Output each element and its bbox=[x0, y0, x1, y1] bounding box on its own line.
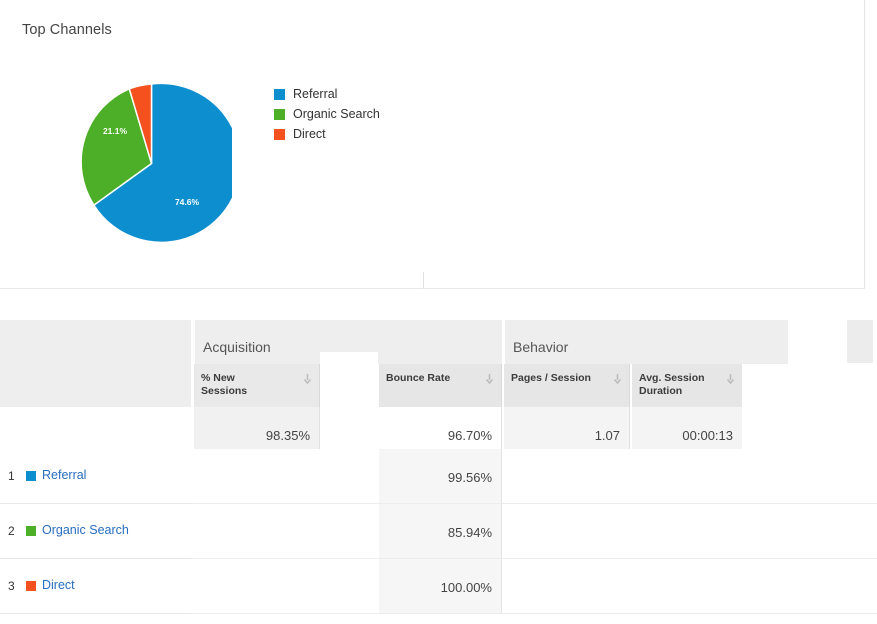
group-header-acquisition-label: Acquisition bbox=[203, 339, 271, 355]
legend-label-referral: Referral bbox=[293, 87, 338, 101]
row-new-sessions-cell bbox=[191, 504, 553, 559]
row-channel-link[interactable]: Organic Search bbox=[42, 523, 129, 537]
row-color-swatch bbox=[26, 581, 36, 591]
row-rank: 1 bbox=[8, 469, 15, 483]
sort-descending-arrow-icon[interactable] bbox=[726, 374, 735, 384]
channels-data-table: Acquisition Behavior % New Sessions Boun… bbox=[0, 320, 877, 614]
row-bounce-rate-value: 99.56% bbox=[447, 470, 492, 485]
top-channels-widget: Top Channels 74.6% 21.1% Referral Organi… bbox=[0, 0, 865, 289]
column-header-pages-session[interactable]: Pages / Session bbox=[504, 364, 630, 407]
legend-item-organic-search[interactable]: Organic Search bbox=[274, 104, 380, 124]
legend-item-referral[interactable]: Referral bbox=[274, 84, 380, 104]
legend-swatch-organic-search bbox=[274, 108, 285, 120]
row-bounce-rate-cell: 100.00% bbox=[379, 559, 502, 614]
row-bounce-rate-value: 100.00% bbox=[440, 580, 492, 595]
column-header-bounce-rate-label: Bounce Rate bbox=[386, 372, 451, 384]
totals-pages-session-value: 1.07 bbox=[594, 428, 620, 443]
table-totals-row: 98.35% 96.70% 1.07 00:00:13 bbox=[0, 407, 877, 449]
row-bounce-rate-cell: 99.56% bbox=[379, 449, 502, 504]
row-bounce-rate-cell: 85.94% bbox=[379, 504, 502, 559]
row-color-swatch bbox=[26, 471, 36, 481]
group-header-behavior-label: Behavior bbox=[513, 339, 569, 355]
sort-descending-arrow-icon[interactable] bbox=[485, 374, 494, 384]
column-header-dimension bbox=[0, 364, 191, 407]
totals-avg-session-duration-value: 00:00:13 bbox=[682, 428, 733, 443]
card-divider-tick bbox=[423, 272, 424, 289]
legend-label-organic-search: Organic Search bbox=[293, 107, 380, 121]
row-color-swatch bbox=[26, 526, 36, 536]
table-column-header-row: % New Sessions Bounce Rate Pages / Sessi… bbox=[0, 364, 877, 407]
column-header-bounce-rate[interactable]: Bounce Rate bbox=[379, 364, 502, 407]
widget-title: Top Channels bbox=[22, 22, 112, 38]
legend-item-direct[interactable]: Direct bbox=[274, 124, 380, 144]
top-channels-pie-chart[interactable]: 74.6% 21.1% bbox=[71, 83, 232, 244]
row-behavior-bar-cell bbox=[502, 449, 877, 504]
totals-bounce-rate-cell: 96.70% bbox=[379, 407, 502, 449]
column-header-pages-session-label: Pages / Session bbox=[511, 372, 591, 384]
totals-new-sessions-cell: 98.35% bbox=[194, 407, 320, 449]
row-rank: 3 bbox=[8, 579, 15, 593]
row-channel-link[interactable]: Direct bbox=[42, 578, 75, 592]
table-row[interactable]: 1 Referral 99.56% bbox=[0, 449, 877, 504]
column-hover-overlay bbox=[320, 352, 378, 432]
column-header-new-sessions-label: % New Sessions bbox=[201, 372, 248, 397]
pie-legend: Referral Organic Search Direct bbox=[274, 84, 380, 144]
group-header-behavior: Behavior bbox=[504, 320, 788, 364]
column-header-avg-session-duration[interactable]: Avg. Session Duration bbox=[632, 364, 742, 407]
row-new-sessions-cell bbox=[191, 449, 553, 504]
sort-descending-arrow-icon[interactable] bbox=[613, 374, 622, 384]
totals-new-sessions-value: 98.35% bbox=[265, 428, 310, 443]
table-row[interactable]: 3 Direct 100.00% bbox=[0, 559, 877, 614]
row-dimension-cell: 2 Organic Search bbox=[0, 504, 191, 559]
legend-label-direct: Direct bbox=[293, 127, 326, 141]
legend-swatch-direct bbox=[274, 128, 285, 140]
row-bounce-rate-value: 85.94% bbox=[447, 525, 492, 540]
row-new-sessions-cell bbox=[191, 559, 553, 614]
pie-label-organic-search: 21.1% bbox=[103, 126, 128, 136]
pie-label-referral: 74.6% bbox=[175, 197, 200, 207]
pie-svg: 74.6% 21.1% bbox=[80, 83, 232, 244]
group-header-tail-block bbox=[847, 320, 873, 363]
totals-bounce-rate-value: 96.70% bbox=[447, 428, 492, 443]
legend-swatch-referral bbox=[274, 88, 285, 100]
group-header-dimension bbox=[0, 320, 191, 364]
table-body: 1 Referral 99.56% 2 Organic Search 85.94… bbox=[0, 449, 877, 614]
table-group-header-band: Acquisition Behavior bbox=[0, 320, 877, 364]
totals-pages-session-cell: 1.07 bbox=[504, 407, 630, 449]
row-channel-link[interactable]: Referral bbox=[42, 468, 86, 482]
totals-avg-session-duration-cell: 00:00:13 bbox=[632, 407, 742, 449]
totals-dimension-cell bbox=[0, 407, 191, 449]
row-behavior-bar-cell bbox=[502, 504, 877, 559]
sort-descending-arrow-icon[interactable] bbox=[303, 374, 312, 384]
row-behavior-bar-cell bbox=[502, 559, 877, 614]
row-rank: 2 bbox=[8, 524, 15, 538]
row-dimension-cell: 1 Referral bbox=[0, 449, 191, 504]
row-dimension-cell: 3 Direct bbox=[0, 559, 191, 614]
table-row[interactable]: 2 Organic Search 85.94% bbox=[0, 504, 877, 559]
column-header-new-sessions[interactable]: % New Sessions bbox=[194, 364, 320, 407]
analytics-report-page: Top Channels 74.6% 21.1% Referral Organi… bbox=[0, 0, 877, 624]
column-header-avg-session-duration-label: Avg. Session Duration bbox=[639, 372, 705, 397]
